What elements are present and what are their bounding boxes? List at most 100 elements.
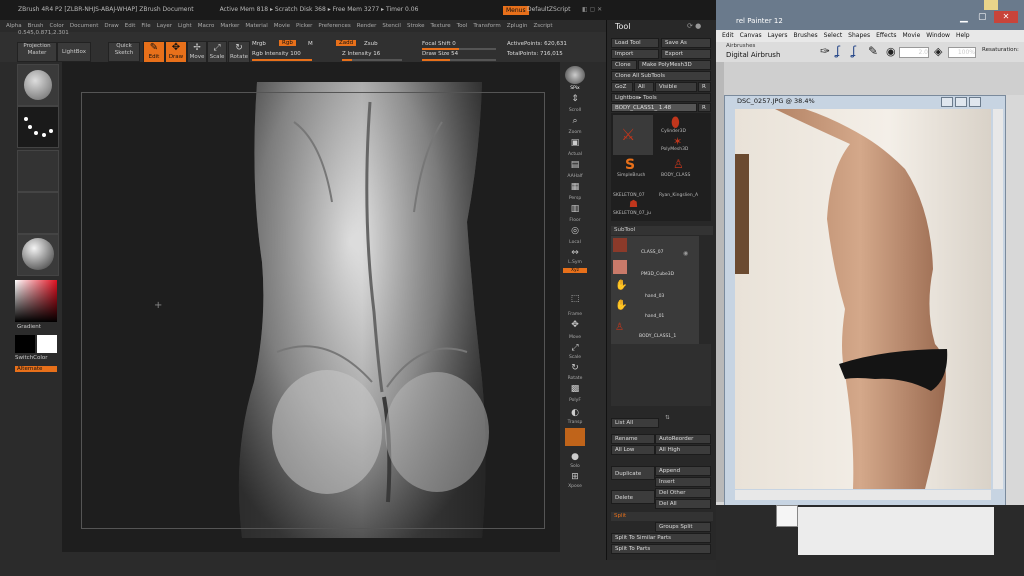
auto-reorder-button[interactable]: AutoReorder bbox=[655, 434, 711, 444]
frame-icon[interactable]: ⬚ bbox=[565, 294, 585, 312]
doc-minimize-icon[interactable] bbox=[941, 97, 953, 107]
menu-transform[interactable]: Transform bbox=[473, 23, 500, 29]
scale-mode-button[interactable]: ⤢ Scale bbox=[207, 41, 227, 63]
goz-visible-button[interactable]: Visible bbox=[655, 82, 697, 92]
freehand-icon[interactable]: ʆ bbox=[852, 44, 856, 58]
list-all-button[interactable]: List All bbox=[611, 418, 659, 428]
simplebrush-tool-icon[interactable]: S bbox=[625, 157, 635, 173]
lightbox-button[interactable]: LightBox bbox=[57, 42, 91, 62]
goz-r-button[interactable]: R bbox=[698, 82, 711, 92]
insert-button[interactable]: Insert bbox=[655, 477, 711, 487]
close-icon[interactable]: ✕ bbox=[994, 11, 1018, 23]
edit-mode-button[interactable]: ✎ Edit bbox=[143, 41, 165, 63]
doc-close-icon[interactable] bbox=[969, 97, 981, 107]
subtool-name-1[interactable]: CLASS_07 bbox=[641, 250, 664, 255]
brush-thumbnail[interactable] bbox=[17, 64, 59, 106]
goz-all-button[interactable]: All bbox=[634, 82, 654, 92]
del-all-button[interactable]: Del All bbox=[655, 499, 711, 509]
append-button[interactable]: Append bbox=[655, 466, 711, 476]
all-low-button[interactable]: All Low bbox=[611, 445, 655, 455]
subtool-section-header[interactable]: SubTool bbox=[611, 226, 713, 235]
projection-master-button[interactable]: Projection Master bbox=[17, 42, 57, 62]
menu-picker[interactable]: Picker bbox=[296, 23, 312, 29]
menu-edit[interactable]: Edit bbox=[722, 32, 734, 39]
subtool-thumb-5[interactable]: ♙ bbox=[615, 322, 624, 333]
menu-render[interactable]: Render bbox=[357, 23, 377, 29]
material-thumbnail[interactable] bbox=[17, 234, 59, 276]
brush-variant[interactable]: Digital Airbrush bbox=[726, 51, 780, 59]
menu-color[interactable]: Color bbox=[50, 23, 64, 29]
z-intensity-track[interactable] bbox=[342, 59, 402, 61]
secondary-color-swatch[interactable] bbox=[37, 335, 57, 353]
menu-zscript[interactable]: Zscript bbox=[533, 23, 552, 29]
menu-stencil[interactable]: Stencil bbox=[382, 23, 401, 29]
menu-zplugin[interactable]: Zplugin bbox=[507, 23, 528, 29]
menu-draw[interactable]: Draw bbox=[104, 23, 118, 29]
maximize-icon[interactable]: ▢ bbox=[978, 12, 987, 22]
rgb-intensity-slider[interactable]: Rgb Intensity 100 bbox=[252, 51, 301, 57]
tool-thumb-current[interactable]: ⚔ bbox=[613, 115, 653, 155]
menu-shapes[interactable]: Shapes bbox=[848, 32, 870, 39]
subtool-thumb-3[interactable]: ✋ bbox=[615, 280, 627, 291]
rgb-toggle[interactable]: Rgb bbox=[279, 40, 296, 46]
menus-button[interactable]: Menus bbox=[503, 6, 529, 15]
menu-movie[interactable]: Movie bbox=[903, 32, 921, 39]
menu-window[interactable]: Window bbox=[926, 32, 950, 39]
menu-help[interactable]: Help bbox=[956, 32, 970, 39]
menu-tool[interactable]: Tool bbox=[457, 23, 468, 29]
z-intensity-slider[interactable]: Z Intensity 16 bbox=[342, 51, 380, 57]
horizontal-scrollbar[interactable] bbox=[735, 490, 991, 500]
menu-edit[interactable]: Edit bbox=[125, 23, 136, 29]
m-toggle[interactable]: M bbox=[308, 41, 313, 47]
split-similar-parts-button[interactable]: Split To Similar Parts bbox=[611, 533, 711, 543]
menu-material[interactable]: Material bbox=[245, 23, 267, 29]
clone-button[interactable]: Clone bbox=[611, 60, 637, 70]
window-controls[interactable]: ◧ ▢ ✕ bbox=[582, 0, 602, 20]
texture-thumbnail[interactable] bbox=[17, 192, 59, 234]
subtool-thumb-4[interactable]: ✋ bbox=[615, 300, 627, 311]
draw-mode-button[interactable]: ✥ Draw bbox=[165, 41, 187, 63]
import-button[interactable]: Import bbox=[611, 49, 659, 59]
split-to-parts-button[interactable]: Split To Parts bbox=[611, 544, 711, 554]
make-polymesh-button[interactable]: Make PolyMesh3D bbox=[638, 60, 711, 70]
split-section-header[interactable]: Split bbox=[611, 512, 713, 521]
draw-size-slider[interactable]: Draw Size 54 bbox=[422, 51, 458, 57]
rename-button[interactable]: Rename bbox=[611, 434, 655, 444]
draw-size-track[interactable] bbox=[422, 59, 496, 61]
rotate-mode-button[interactable]: ↻ Rotate bbox=[228, 41, 250, 63]
subtool-name-5[interactable]: BODY_CLASS1_1 bbox=[639, 334, 676, 339]
focal-shift-slider[interactable]: Focal Shift 0 bbox=[422, 41, 456, 47]
subtool-name-4[interactable]: hand_01 bbox=[645, 314, 664, 319]
menu-file[interactable]: File bbox=[141, 23, 150, 29]
gradient-label[interactable]: Gradient bbox=[17, 324, 41, 330]
current-tool-slider[interactable]: BODY_CLASS1_ 1.48 bbox=[611, 103, 697, 112]
subtool-thumb-1[interactable] bbox=[613, 238, 627, 252]
brush-category[interactable]: Airbrushes bbox=[726, 43, 755, 49]
ghost-toggle[interactable] bbox=[565, 428, 585, 446]
opacity-field[interactable]: 100% bbox=[948, 47, 976, 58]
goz-button[interactable]: GoZ bbox=[611, 82, 633, 92]
vertical-scrollbar[interactable] bbox=[993, 109, 1003, 489]
duplicate-button[interactable]: Duplicate bbox=[611, 466, 655, 480]
menu-light[interactable]: Light bbox=[178, 23, 192, 29]
menu-layer[interactable]: Layer bbox=[157, 23, 172, 29]
subtool-name-3[interactable]: hand_03 bbox=[645, 294, 664, 299]
lightbox-tools-button[interactable]: Lightbox▸ Tools bbox=[611, 93, 711, 102]
current-tool-r-button[interactable]: R bbox=[698, 103, 711, 112]
menu-effects[interactable]: Effects bbox=[876, 32, 896, 39]
menu-layers[interactable]: Layers bbox=[768, 32, 788, 39]
color-swatch[interactable] bbox=[776, 505, 798, 527]
visibility-eye-icon[interactable]: ◉ bbox=[683, 250, 688, 257]
size-field[interactable]: 2.0 bbox=[899, 47, 929, 58]
minimize-icon[interactable]: ▁ bbox=[960, 12, 968, 23]
xyz-toggle[interactable]: Xyz bbox=[563, 268, 587, 273]
menu-select[interactable]: Select bbox=[824, 32, 843, 39]
rgb-intensity-track[interactable] bbox=[252, 59, 312, 61]
stroke-type-icon[interactable]: ʆ bbox=[836, 44, 840, 58]
load-tool-button[interactable]: Load Tool bbox=[611, 38, 659, 48]
palette-controls-icon[interactable]: ⟳ ● bbox=[687, 22, 701, 30]
mrgb-toggle[interactable]: Mrgb bbox=[252, 41, 266, 47]
menu-macro[interactable]: Macro bbox=[198, 23, 215, 29]
menu-document[interactable]: Document bbox=[70, 23, 99, 29]
menu-movie[interactable]: Movie bbox=[274, 23, 290, 29]
